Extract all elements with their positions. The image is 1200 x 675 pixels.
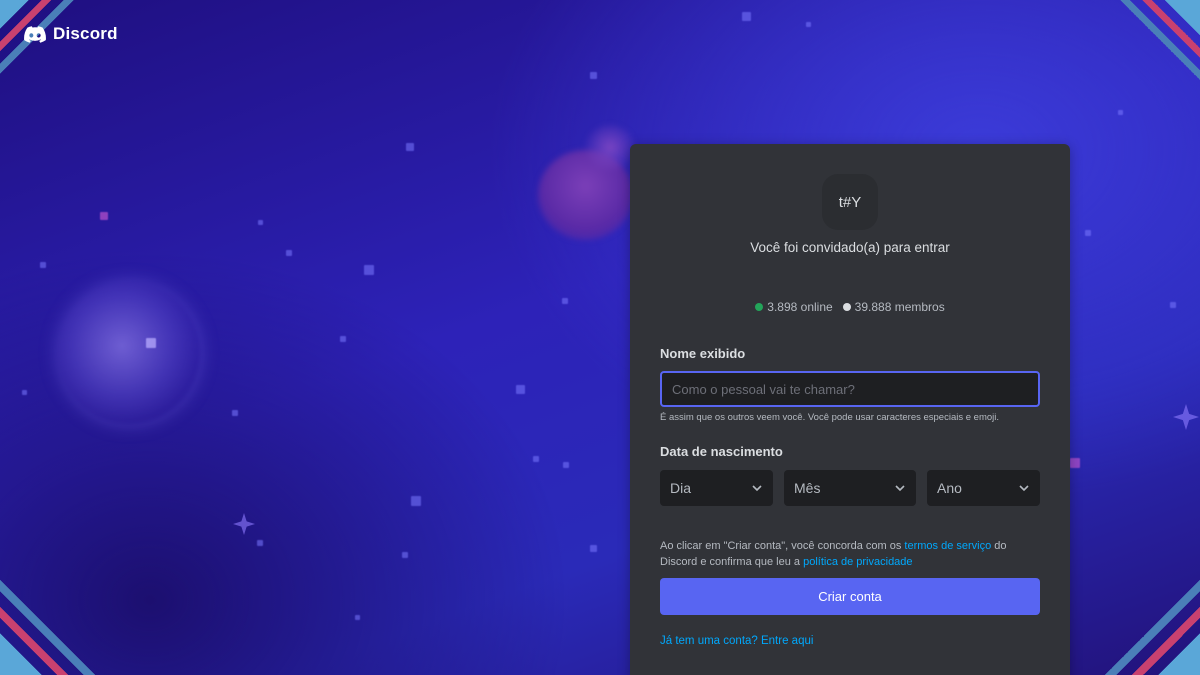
display-name-hint: É assim que os outros veem você. Você po…	[660, 412, 1000, 423]
create-account-button[interactable]: Criar conta	[660, 578, 1040, 615]
sparkle-icon	[1173, 404, 1199, 430]
corner-decoration	[1120, 0, 1200, 80]
birth-date-label: Data de nascimento	[660, 444, 783, 459]
online-count: 3.898 online	[755, 300, 833, 314]
chevron-down-icon	[895, 485, 905, 492]
month-select[interactable]: Mês	[784, 470, 916, 506]
background-bubble	[58, 282, 200, 424]
server-stats: 3.898 online 39.888 membros	[630, 300, 1070, 314]
display-name-label: Nome exibido	[660, 346, 746, 361]
chevron-down-icon	[752, 485, 762, 492]
month-select-value: Mês	[794, 480, 821, 496]
display-name-input[interactable]	[660, 371, 1040, 407]
corner-decoration	[1105, 580, 1200, 675]
chevron-down-icon	[1019, 485, 1029, 492]
member-count: 39.888 membros	[842, 300, 945, 314]
invite-card: t#Y Você foi convidado(a) para entrar 3.…	[630, 144, 1070, 675]
online-count-text: 3.898 online	[767, 300, 833, 314]
day-select-value: Dia	[670, 480, 692, 496]
terms-prefix: Ao clicar em "Criar conta", você concord…	[660, 540, 905, 552]
logo-text: Discord	[53, 24, 118, 43]
terms-of-service-link[interactable]: termos de serviço	[904, 540, 991, 552]
year-select-value: Ano	[937, 480, 962, 496]
terms-text: Ao clicar em "Criar conta", você concord…	[660, 538, 1045, 570]
members-dot-icon	[842, 303, 851, 311]
login-link[interactable]: Já tem uma conta? Entre aqui	[660, 635, 813, 647]
day-select[interactable]: Dia	[660, 470, 773, 506]
server-icon: t#Y	[822, 174, 878, 230]
invite-message: Você foi convidado(a) para entrar	[750, 240, 950, 255]
year-select[interactable]: Ano	[927, 470, 1040, 506]
corner-decoration	[0, 580, 95, 675]
sparkle-icon	[233, 513, 255, 535]
server-icon-text: t#Y	[838, 193, 862, 211]
privacy-policy-link[interactable]: política de privacidade	[803, 556, 912, 568]
discord-logo[interactable]: Discord	[24, 24, 118, 44]
online-dot-icon	[755, 303, 764, 311]
discord-icon	[24, 25, 46, 43]
member-count-text: 39.888 membros	[854, 300, 945, 314]
